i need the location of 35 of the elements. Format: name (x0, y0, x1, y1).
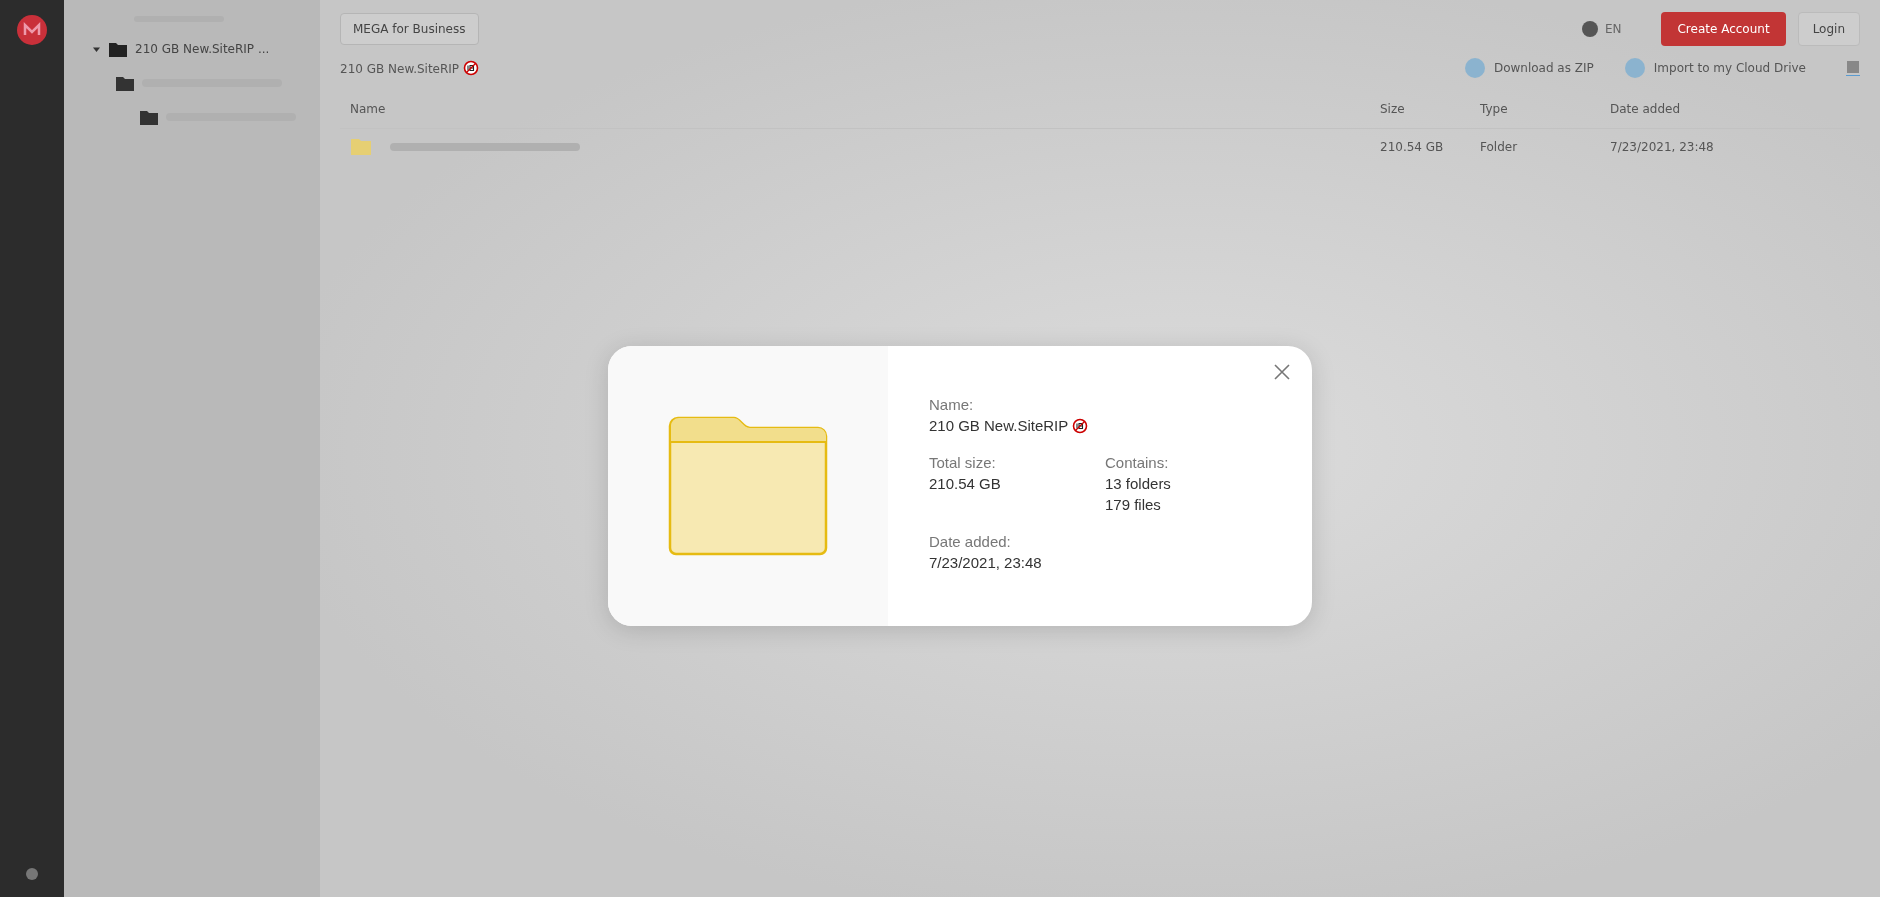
action-icon (1623, 57, 1646, 79)
breadcrumb[interactable]: 210 GB New.SiteRIP (340, 60, 480, 76)
date-cell-text: 7/23/2021, 23:48 (1610, 140, 1715, 154)
type-cell-text: Folder (1480, 140, 1519, 154)
view-toggle-icon[interactable] (1846, 60, 1860, 76)
folder-icon (109, 41, 127, 57)
total-size: 210.54 GB (929, 475, 1002, 492)
folder-icon (350, 138, 372, 156)
date-added-label: Date added: (929, 533, 1012, 550)
column-header[interactable]: Type (1480, 102, 1610, 116)
total-size-label: Total size: (929, 454, 997, 471)
language-selector[interactable]: EN (1604, 22, 1622, 36)
business-button[interactable]: MEGA for Business (340, 13, 479, 45)
folder-icon (116, 75, 134, 91)
login-button[interactable]: Login (1797, 12, 1860, 46)
column-header[interactable]: Date added (1610, 102, 1850, 116)
action-icon (1463, 57, 1486, 79)
column-header[interactable]: Size (1380, 102, 1480, 116)
create-account-button[interactable]: Create Account (1661, 12, 1786, 46)
age-restriction-icon (463, 60, 480, 76)
date-added: 7/23/2021, 23:48 (929, 554, 1043, 571)
tree-item[interactable]: 210 GB New.SiteRIP ... (135, 42, 270, 56)
folder-icon (140, 109, 158, 125)
action-link[interactable]: Download as ZIP (1493, 61, 1594, 75)
folder-icon (668, 416, 828, 556)
logo-icon (16, 14, 48, 46)
name-label: Name: (929, 396, 975, 413)
age-restriction-icon (1072, 418, 1089, 434)
size-cell-text: 210.54 GB (1380, 140, 1445, 154)
contains-label: Contains: (1105, 454, 1170, 471)
action-link[interactable]: Import to my Cloud Drive (1653, 61, 1806, 75)
column-header[interactable]: Name (350, 102, 1380, 116)
contains-count: 179 files (1105, 496, 1162, 513)
folder-name: 210 GB New.SiteRIP (929, 417, 1171, 434)
contains-count: 13 folders (1105, 475, 1171, 492)
